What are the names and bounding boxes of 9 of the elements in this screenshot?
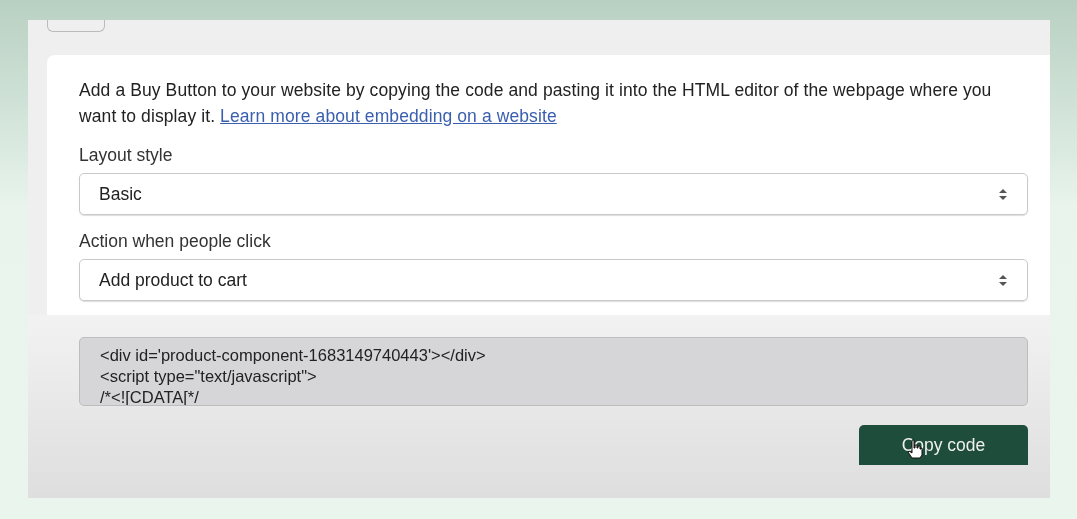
select-field[interactable]: Add product to cart [79, 259, 1028, 301]
select-field[interactable]: Basic [79, 173, 1028, 215]
field-label: Layout style [79, 145, 174, 166]
up-down-arrows-icon [999, 274, 1007, 286]
field-label: Action when people click [79, 231, 272, 252]
embedding-link[interactable]: Learn more about embedding on a website [220, 106, 557, 126]
up-down-arrows-icon [999, 188, 1007, 200]
button-outline[interactable] [47, 20, 105, 32]
description-text: Add a Buy Button to your website by copying the code and pasting it into the HTML editor of the webpage where you want to display it. Learn more about embedding on a website [79, 79, 993, 128]
